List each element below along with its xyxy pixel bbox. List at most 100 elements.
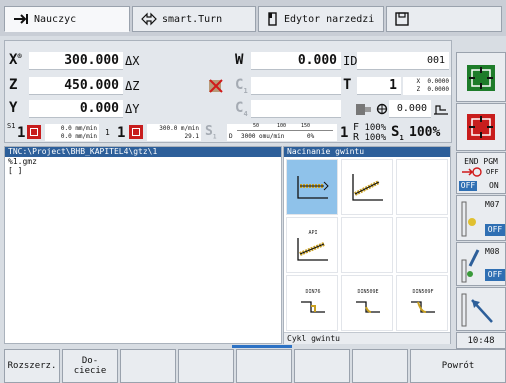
m07-off: OFF [485,224,505,236]
extend-softkey[interactable]: Rozszerz. [4,349,60,383]
s1-label: S1 [7,122,16,130]
feed-override-small: 1 [105,128,110,137]
gauge-override: 0% [307,133,315,140]
jog-softkey[interactable] [456,287,506,331]
tab-label: Edytor narzedzi [284,13,375,25]
green-start-icon [467,65,495,91]
tab-label: smart.Turn [162,13,223,25]
cut-speed-box: 300.0 m/min 29.1 [147,124,201,141]
clock: 10:48 [456,332,506,349]
cycle-undercut-din509e[interactable]: DIN509E [341,275,393,331]
cycle-start-softkey[interactable] [456,52,506,102]
axis-x-label: X® [9,52,22,68]
empty-softkey-7[interactable] [352,349,408,383]
gauge-tick: 50 [253,123,260,129]
spindle-load-gauge: 50 100 150 D 3000 omu/min 0% [227,123,337,141]
m08-off: OFF [485,269,505,281]
undercut-din509f-icon [411,301,435,313]
off-arrow-icon [462,167,482,177]
chuck-jaws-icon [434,105,448,115]
spindle2-stop-icon [129,125,143,139]
cycle-api-thread[interactable]: API [286,217,338,273]
end-pgm-on: ON [489,181,499,190]
status-row-y: Y 0.000 ΔY C4 0.000 [5,100,453,119]
tab-label: Nauczyc [34,13,77,25]
undercut-softkey[interactable]: Do- ciecie [62,349,118,383]
axis-z-label: Z [9,77,18,93]
spindle-stop-icon [27,125,41,139]
axis-c1-value [251,77,341,95]
api-thread-icon [297,238,328,261]
status-row-z: Z 450.000 ΔZ C1 T 1 X 0.0000 Z 0.0000 [5,77,453,96]
cycle-stop-softkey[interactable] [456,103,506,151]
program-window[interactable]: TNC:\Project\BHB_KAPITEL4\gtz\1 %1.gmz [… [4,146,282,344]
axis-c4-label: C4 [235,100,248,118]
end-pgm-label: END PGM [464,157,498,166]
status-row-x: X® 300.000 ΔX W 0.000 ID 001 [5,52,453,71]
axis-z-value: 450.000 [29,77,123,95]
end-pgm-softkey[interactable]: END PGM OFF OFF ON [456,152,506,194]
empty-softkey-4[interactable] [178,349,234,383]
c-axis-locked-icon [209,79,223,93]
program-line[interactable]: %1.gmz [5,157,281,166]
id-value: 001 [357,52,449,70]
feed-override: F 100% R 100% [353,122,387,143]
floppy-icon [395,12,409,26]
cycle-thread-taper[interactable] [341,159,393,215]
axis-x-delta-label: ΔX [125,54,140,68]
cycle-empty [341,217,393,273]
tool-number: 1 [357,77,401,95]
spindle2-value: 1 [117,125,126,141]
cycle-label: DIN76 [305,289,321,295]
spindle-position-value: 0.000 [389,100,431,118]
spindle-override: 100% [409,125,441,140]
spindle-orientation-icon [376,103,388,115]
machine-status-panel: X® 300.000 ΔX W 0.000 ID 001 Z 450.000 Δ… [4,40,452,143]
m07-label: M07 [485,200,500,209]
gauge-tick: 150 [301,123,311,129]
cycle-empty [396,159,448,215]
cycle-thread[interactable] [286,159,338,215]
s1b-label: S1 [391,124,404,142]
m08-softkey[interactable]: M08 OFF [456,242,506,286]
axis-w-value: 0.000 [251,52,341,70]
thread-cycle-taper-icon [352,174,383,201]
program-arrows-icon [141,12,157,26]
tab-file-manager[interactable] [386,6,502,32]
tab-smart-turn[interactable]: smart.Turn [132,6,256,32]
id-label: ID [343,54,358,68]
feed-rate-box: 0.0 mm/min 0.0 mm/min [45,124,99,141]
coolant-icon [461,201,476,237]
jog-direction-icon [461,293,493,327]
program-line[interactable]: [ ] [5,166,281,175]
cycle-undercut-din509f[interactable]: DIN509F [396,275,448,331]
back-softkey[interactable]: Powrót [410,349,506,383]
cycle-description: Cykl gwintu [284,332,450,344]
status-row-feed: S1 1 0.0 mm/min 0.0 mm/min 1 1 300.0 m/m… [5,123,453,143]
m07-softkey[interactable]: M07 OFF [456,195,506,241]
cycle-label: DIN509F [412,289,434,295]
axis-z-delta-label: ΔZ [125,79,140,93]
gauge-d-label: D [229,133,233,140]
gauge-tick: 100 [277,123,287,129]
empty-softkey-6[interactable] [294,349,350,383]
red-stop-icon [467,114,495,140]
end-pgm-off: OFF [459,181,477,191]
thread-cycle-icon [297,176,329,199]
axis-y-delta-label: ΔY [125,102,140,116]
cycle-label: DIN509E [357,289,379,295]
axis-w-label: W [235,52,244,68]
program-path: TNC:\Project\BHB_KAPITEL4\gtz\1 [5,147,281,157]
coolant2-icon [461,249,480,283]
tab-teach-in[interactable]: Nauczyc [4,6,130,32]
tab-tool-editor[interactable]: Edytor narzedzi [258,6,384,32]
empty-softkey-3[interactable] [120,349,176,383]
empty-softkey-5[interactable] [236,349,292,383]
cycle-undercut-din76[interactable]: DIN76 [286,275,338,331]
cycle-menu-title: Nacinanie gwintu [284,147,450,157]
s-gray-label: S1 [205,124,217,141]
arrow-right-icon [14,14,28,24]
axis-y-label: Y [9,100,18,116]
axis-x-value: 300.000 [29,52,123,70]
scrollbar-thumb[interactable] [232,345,292,348]
